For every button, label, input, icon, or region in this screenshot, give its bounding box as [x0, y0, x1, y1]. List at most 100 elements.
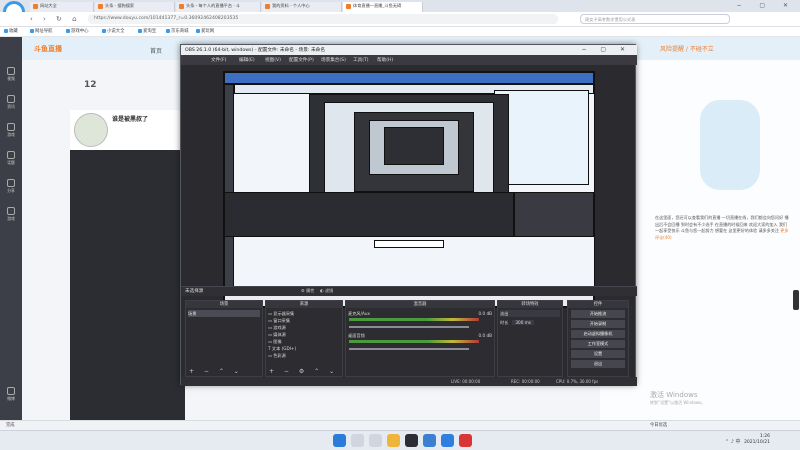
search-icon[interactable]	[351, 434, 364, 447]
sidebar-item[interactable]: 视频	[2, 67, 20, 82]
transitions-header: 转场特效	[498, 301, 562, 308]
douyu-banner: 风险提醒 / 不碰不立	[660, 46, 714, 53]
bookmark-icon	[66, 28, 70, 33]
sidebar-icon	[7, 387, 15, 395]
url-field[interactable]: https://www.douyu.com/101441377_r=0.3609…	[88, 14, 558, 24]
sidebar-item[interactable]: 资讯	[2, 95, 20, 110]
browser-sidebar: 视频 资讯 游戏 话题 分享 游戏 微博	[0, 37, 22, 420]
mascot-image	[700, 100, 760, 190]
source-item[interactable]: T 文本 (GDI+)	[268, 345, 340, 352]
scene-controls[interactable]: + − ⌃ ⌄	[189, 368, 243, 375]
sidebar-icon	[7, 207, 15, 215]
virtual-camera-button[interactable]: 启动虚拟摄像机	[571, 330, 625, 338]
sidebar-icon	[7, 95, 15, 103]
scene-item[interactable]: 场景	[188, 310, 260, 317]
file-explorer-icon[interactable]	[387, 434, 400, 447]
search-input[interactable]: 周女子高考数学惯用公式表	[580, 14, 730, 24]
start-icon[interactable]	[333, 434, 346, 447]
sidebar-label: 游戏	[7, 216, 15, 221]
duration-input[interactable]: 300 ms	[512, 320, 534, 325]
status-right[interactable]: 今日优选	[650, 422, 667, 428]
app-icon[interactable]	[459, 434, 472, 447]
menu-help[interactable]: 帮助(H)	[377, 57, 393, 63]
channel-name: 桌面音频	[348, 333, 365, 338]
source-item[interactable]: ▭ 图像	[268, 338, 340, 345]
address-toolbar: ‹ › ↻ ⌂ https://www.douyu.com/101441377_…	[0, 12, 800, 27]
volume-slider[interactable]	[349, 326, 469, 328]
bookmark-item[interactable]: 爱淘宝	[138, 28, 156, 34]
start-recording-button[interactable]: 开始录制	[571, 320, 625, 328]
start-streaming-button[interactable]: 开始推流	[571, 310, 625, 318]
mixer-header: 混音器	[346, 301, 494, 308]
bookmark-item[interactable]: 小说大全	[102, 28, 125, 34]
bookmark-item[interactable]: 爱玩网	[196, 28, 214, 34]
douyu-logo[interactable]: 斗鱼直播	[34, 44, 62, 54]
scrollbar[interactable]	[793, 290, 799, 310]
properties-button[interactable]: ⚙ 属性	[301, 288, 314, 293]
menu-tools[interactable]: 工具(T)	[353, 57, 369, 63]
clock[interactable]: 1:26 2021/10/21	[744, 434, 770, 446]
sidebar-item[interactable]: 游戏	[2, 207, 20, 222]
screen: 网站大全 头条 · 搜狗搜索 头条 - 每个人的直播平台 · 斗 我的资料 - …	[0, 0, 800, 450]
source-item[interactable]: ▭ 游戏源	[268, 324, 340, 331]
rec-time: REC: 00:00:00	[511, 379, 540, 384]
exit-button[interactable]: 退出	[571, 360, 625, 368]
source-item[interactable]: ▭ 窗口采集	[268, 317, 340, 324]
sidebar-item[interactable]: 话题	[2, 151, 20, 166]
preview-nested-controls	[514, 192, 594, 237]
source-item[interactable]: ▭ 色彩源	[268, 352, 340, 359]
tab-favicon-icon	[33, 3, 38, 9]
tab-2[interactable]: 头条 · 搜狗搜索	[95, 2, 175, 12]
sidebar-item[interactable]: 分享	[2, 179, 20, 194]
system-tray[interactable]: ⌃ ♪ 中	[725, 438, 741, 445]
menu-scene-collection[interactable]: 场景集合(S)	[321, 57, 346, 63]
status-text: 完成	[6, 423, 15, 428]
filters-button[interactable]: ◐ 滤镜	[320, 288, 333, 293]
sidebar-item[interactable]: 微博	[2, 387, 20, 402]
bookmark-item[interactable]: 网址导航	[30, 28, 53, 34]
bookmark-item[interactable]: 收藏	[4, 28, 18, 34]
menu-edit[interactable]: 编辑(E)	[239, 57, 255, 63]
tab-5-active[interactable]: 体育直播一直播_斗鱼无碍	[343, 2, 423, 12]
browser-icon[interactable]	[441, 434, 454, 447]
studio-mode-button[interactable]: 工作室模式	[571, 340, 625, 348]
windows-taskbar: ⌃ ♪ 中 1:26 2021/10/21	[0, 430, 800, 450]
source-controls[interactable]: + − ⚙ ⌃ ⌄	[269, 368, 338, 375]
menu-view[interactable]: 视图(V)	[265, 57, 281, 63]
tab-4[interactable]: 我的资料 - 个人中心	[262, 2, 342, 12]
tab-1[interactable]: 网站大全	[30, 2, 94, 12]
source-item[interactable]: ▭ 显示器采集	[268, 310, 340, 317]
bookmark-icon	[30, 28, 34, 33]
sources-dock: 来源 ▭ 显示器采集 ▭ 窗口采集 ▭ 游戏源 ▭ 媒体源 ▭ 图像 T 文本 …	[265, 300, 343, 377]
sidebar-item[interactable]: 游戏	[2, 123, 20, 138]
window-controls[interactable]: − ▢ ✕	[736, 2, 796, 9]
volume-meter	[349, 340, 479, 343]
nav-buttons[interactable]: ‹ › ↻ ⌂	[30, 15, 81, 23]
obs-icon[interactable]	[405, 434, 418, 447]
bookmark-item[interactable]: 京东商城	[166, 28, 189, 34]
obs-window-controls[interactable]: − ▢ ✕	[581, 46, 631, 53]
obs-preview[interactable]	[223, 71, 595, 308]
transition-select[interactable]: 淡出	[500, 310, 560, 317]
menu-profile[interactable]: 配置文件(P)	[289, 57, 314, 63]
windows-activation-sub: 转到“设置”以激活 Windows。	[650, 400, 706, 405]
anchor-name[interactable]: 谁是被黑叔了	[112, 114, 148, 123]
browser-statusbar: 完成 今日优选	[0, 420, 800, 430]
source-toolbar	[181, 286, 637, 296]
douyu-nav-home[interactable]: 首页	[150, 46, 162, 55]
menu-file[interactable]: 文件(F)	[211, 57, 226, 63]
sidebar-icon	[7, 179, 15, 187]
mixer-channel-label: 桌面音频 0.0 dB	[348, 332, 492, 339]
volume-slider[interactable]	[349, 348, 469, 350]
no-source-selected: 未选择源	[185, 289, 204, 294]
steam-icon[interactable]	[423, 434, 436, 447]
stream-player[interactable]	[70, 150, 185, 420]
anchor-avatar[interactable]	[74, 113, 108, 147]
bookmark-item[interactable]: 游戏中心	[66, 28, 89, 34]
settings-button[interactable]: 设置	[571, 350, 625, 358]
tab-3[interactable]: 头条 - 每个人的直播平台 · 斗	[176, 2, 261, 12]
source-item[interactable]: ▭ 媒体源	[268, 331, 340, 338]
tab-label: 头条 - 每个人的直播平台 · 斗	[186, 3, 241, 8]
task-view-icon[interactable]	[369, 434, 382, 447]
sidebar-label: 资讯	[7, 104, 15, 109]
